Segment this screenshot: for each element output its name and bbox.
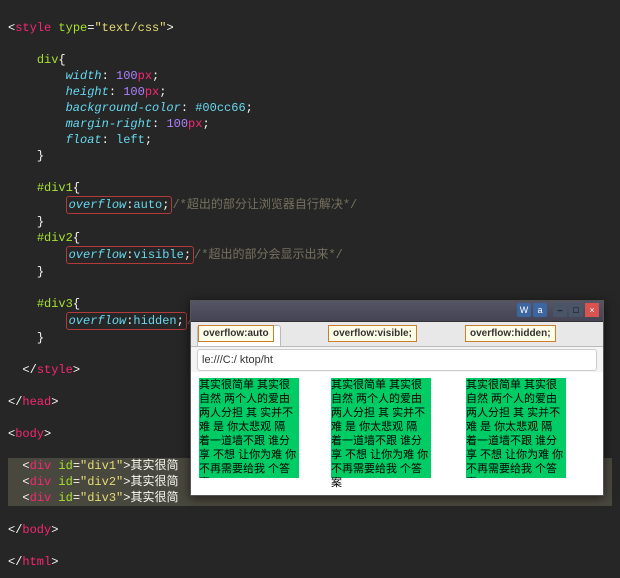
- demo-box-visible: 其实很简单 其实很自然 两个人的爱由 两人分担 其 实并不难 是 你太悲观 隔 …: [331, 378, 431, 478]
- url-bar: le:///C:/ ktop/ht: [191, 347, 603, 374]
- close-button[interactable]: ×: [585, 303, 599, 317]
- rule-overflow-hidden: overflow:hidden;: [66, 312, 187, 330]
- window-titlebar[interactable]: W a – □ ×: [191, 301, 603, 322]
- maximize-button[interactable]: □: [569, 303, 583, 317]
- rule-overflow-auto: overflow:auto;: [66, 196, 173, 214]
- url-input[interactable]: le:///C:/ ktop/ht: [197, 349, 597, 371]
- selector-div1: #div1: [37, 181, 73, 195]
- callout-overflow-auto: overflow:auto: [198, 325, 274, 342]
- demo-box-hidden: 其实很简单 其实很自然 两个人的爱由 两人分担 其 实并不难 是 你太悲观 隔 …: [466, 378, 566, 478]
- rule-overflow-visible: overflow:visible;: [66, 246, 194, 264]
- callout-overflow-hidden: overflow:hidden;: [465, 325, 556, 342]
- page-viewport: 其实很简单 其实很自然 两个人的爱由 两人分担 其 实并不难 是 你太悲观 隔 …: [191, 372, 603, 495]
- selector-div: div: [37, 53, 59, 67]
- demo-box-auto[interactable]: 其实很简单 其实很自然 两个人的爱由 两人分担 其 实并不难 是 你太悲观 隔 …: [199, 378, 299, 478]
- callout-overflow-visible: overflow:visible;: [328, 325, 417, 342]
- minimize-button[interactable]: –: [553, 303, 567, 317]
- selector-div2: #div2: [37, 231, 73, 245]
- title-icon-a: a: [533, 303, 547, 317]
- title-icon-w: W: [517, 303, 531, 317]
- selector-div3: #div3: [37, 297, 73, 311]
